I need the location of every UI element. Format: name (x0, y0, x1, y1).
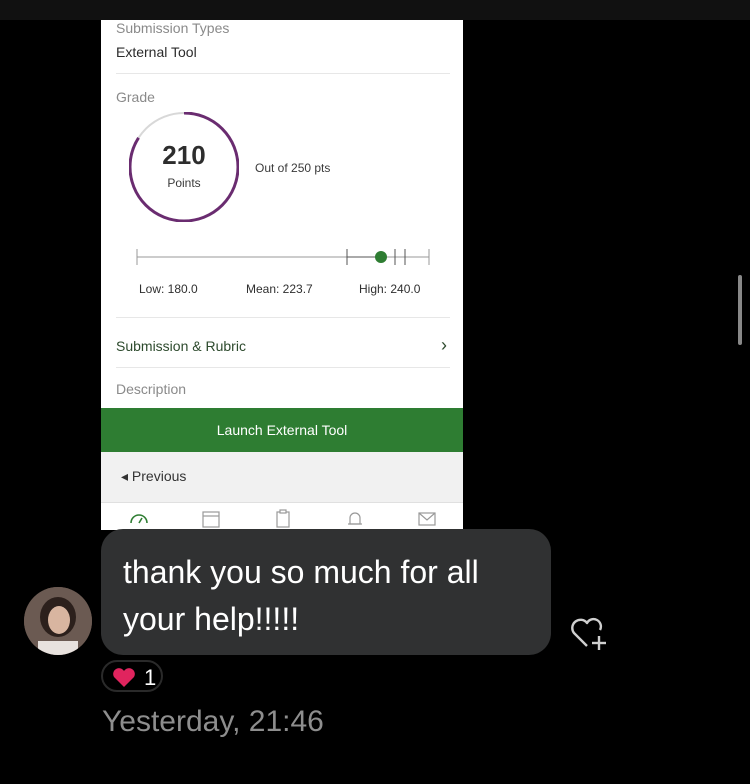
submission-rubric-label: Submission & Rubric (116, 338, 246, 354)
grade-unit: Points (167, 176, 201, 190)
inbox-icon[interactable] (417, 509, 437, 529)
description-label: Description (116, 381, 187, 397)
previous-button[interactable]: ◂ Previous (121, 468, 186, 485)
calendar-icon[interactable] (201, 509, 221, 529)
shared-screenshot[interactable]: Submission Types External Tool Grade 210… (101, 20, 463, 530)
submission-rubric-row[interactable]: Submission & Rubric › (101, 325, 463, 367)
message-timestamp: Yesterday, 21:46 (102, 705, 324, 738)
pager-bar: ◂ Previous (101, 452, 463, 503)
high-stat: High: 240.0 (359, 282, 421, 296)
mean-stat: Mean: 223.7 (246, 282, 313, 296)
low-stat: Low: 180.0 (139, 282, 198, 296)
grade-ring: 210 Points (129, 112, 239, 222)
grade-label: Grade (116, 89, 155, 105)
message-bubble[interactable]: thank you so much for all your help!!!!! (101, 529, 551, 655)
avatar[interactable] (24, 587, 92, 655)
divider (116, 317, 450, 318)
reaction-count: 1 (144, 665, 157, 690)
divider (116, 367, 450, 368)
submission-types-value: External Tool (116, 44, 197, 60)
message-text: thank you so much for all your help!!!!! (123, 554, 479, 637)
submission-types-label: Submission Types (116, 20, 230, 36)
launch-external-tool-button[interactable]: Launch External Tool (101, 408, 463, 452)
top-bar (0, 0, 750, 20)
chevron-right-icon: › (441, 335, 447, 355)
scrollbar[interactable] (738, 275, 742, 345)
heart-icon (113, 668, 135, 687)
your-score-marker (375, 251, 387, 263)
grade-out-of: Out of 250 pts (255, 161, 331, 175)
todo-icon[interactable] (273, 509, 293, 529)
bell-icon[interactable] (345, 509, 365, 529)
add-reaction-heart-icon[interactable] (568, 613, 610, 653)
grade-distribution-track (101, 242, 463, 266)
reaction-badge[interactable]: 1 (101, 660, 163, 692)
grade-score: 210 (162, 140, 206, 170)
dashboard-icon[interactable] (129, 509, 149, 529)
tab-bar (101, 503, 463, 530)
divider (116, 73, 450, 74)
